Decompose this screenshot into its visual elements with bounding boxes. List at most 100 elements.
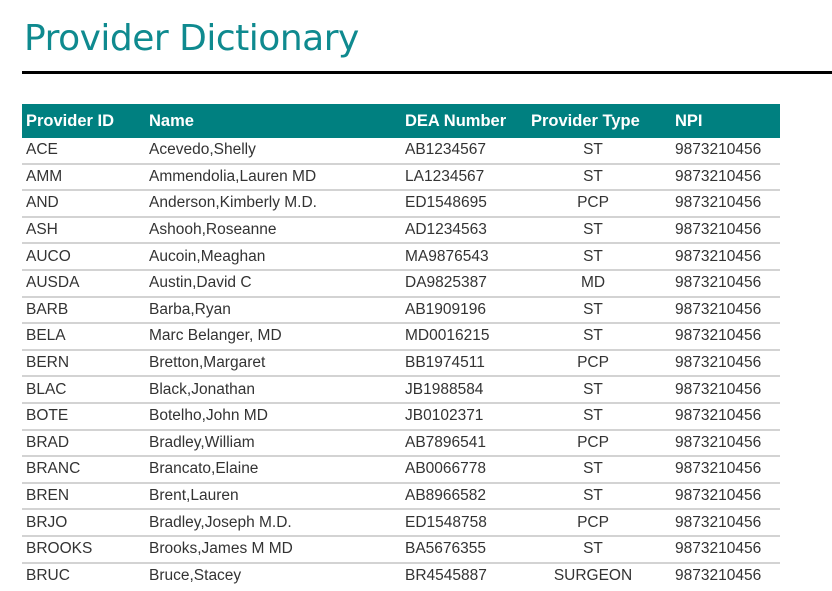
npi-cell: 9873210456: [669, 323, 780, 351]
npi-cell: 9873210456: [669, 535, 780, 564]
dea-number-cell: AB1234567: [401, 138, 527, 165]
provider-id-cell: ACE: [22, 138, 145, 165]
provider-id-cell: BRAD: [22, 429, 145, 458]
provider-type-cell: ST: [527, 323, 669, 351]
dea-number-cell: ED1548758: [401, 509, 527, 537]
name-cell: Botelho,John MD: [145, 402, 401, 431]
table-row[interactable]: BROOKS Brooks,James M MD BA5676355 ST 987321…: [22, 535, 780, 564]
table-row[interactable]: AMM Ammendolia,Lauren MD LA1234567 ST 987321…: [22, 163, 780, 192]
table-row[interactable]: BRUC Bruce,Stacey BR4545887 SURGEON 98732104…: [22, 563, 780, 589]
table-row[interactable]: ASH Ashooh,Roseanne AD1234563 ST 9873210456: [22, 216, 780, 245]
table-row[interactable]: AND Anderson,Kimberly M.D. ED1548695 PCP 987…: [22, 190, 780, 218]
dea-number-cell: ED1548695: [401, 190, 527, 218]
dea-number-cell: BR4545887: [405, 566, 487, 584]
npi-cell: 9873210456: [675, 566, 762, 584]
provider-id-cell: ASH: [22, 216, 145, 245]
name-cell: Aucoin,Meaghan: [145, 243, 401, 271]
npi-cell: 9873210456: [669, 216, 780, 245]
dea-number-cell: BB1974511: [401, 349, 527, 378]
name-cell: Bradley,Joseph M.D.: [145, 509, 401, 537]
provider-table: Provider ID Name DEA Number Provider Typ…: [22, 104, 780, 588]
table-row[interactable]: BRANC Brancato,Elaine AB0066778 ST 987321045…: [22, 456, 780, 484]
table-row[interactable]: BERN Bretton,Margaret BB1974511 PCP 98732104…: [22, 349, 780, 378]
name-cell: Bretton,Margaret: [145, 349, 401, 378]
table-row[interactable]: AUCO Aucoin,Meaghan MA9876543 ST 9873210456: [22, 243, 780, 271]
provider-type-cell: PCP: [527, 429, 669, 458]
npi-cell: 9873210456: [669, 243, 780, 271]
npi-cell: 9873210456: [669, 349, 780, 378]
dea-number-cell: JB1988584: [401, 376, 527, 404]
npi-cell: 9873210456: [669, 482, 780, 511]
npi-cell: 9873210456: [669, 402, 780, 431]
provider-type-cell: ST: [527, 216, 669, 245]
table-body: ACE Acevedo,Shelly AB1234567 ST 9873210456 AM…: [22, 138, 780, 588]
name-cell: Bruce,Stacey: [149, 566, 242, 584]
provider-type-cell: SURGEON: [553, 566, 633, 584]
provider-id-cell: BROOKS: [22, 535, 145, 564]
provider-type-cell: MD: [527, 269, 669, 298]
provider-id-cell: BREN: [22, 482, 145, 511]
provider-id-cell: AND: [22, 190, 145, 218]
provider-type-cell: PCP: [527, 349, 669, 378]
provider-id-cell: AMM: [22, 163, 145, 192]
provider-id-cell: BLAC: [22, 376, 145, 404]
provider-type-cell: ST: [527, 456, 669, 484]
provider-type-cell: ST: [527, 482, 669, 511]
dea-number-cell: BA5676355: [401, 535, 527, 564]
provider-type-cell: ST: [527, 535, 669, 564]
npi-cell: 9873210456: [669, 296, 780, 325]
npi-cell: 9873210456: [669, 190, 780, 218]
dea-number-cell: AB8966582: [401, 482, 527, 511]
provider-id-cell: BRUC: [26, 566, 70, 584]
table-row[interactable]: BRJO Bradley,Joseph M.D. ED1548758 PCP 98732…: [22, 509, 780, 537]
npi-cell: 9873210456: [669, 509, 780, 537]
header-row: Provider ID Name DEA Number Provider Typ…: [22, 104, 780, 138]
npi-cell: 9873210456: [669, 376, 780, 404]
provider-id-cell: BRANC: [22, 456, 145, 484]
column-header-dea-number[interactable]: DEA Number: [401, 104, 527, 138]
provider-id-cell: BOTE: [22, 402, 145, 431]
name-cell: Austin,David C: [145, 269, 401, 298]
column-header-name[interactable]: Name: [145, 104, 401, 138]
dea-number-cell: LA1234567: [401, 163, 527, 192]
provider-id-cell: BERN: [22, 349, 145, 378]
npi-cell: 9873210456: [669, 456, 780, 484]
column-header-npi[interactable]: NPI: [669, 104, 780, 138]
provider-type-cell: ST: [527, 296, 669, 325]
table-header: Provider ID Name DEA Number Provider Typ…: [22, 104, 780, 138]
provider-id-cell: AUSDA: [22, 269, 145, 298]
title-divider: [22, 71, 832, 74]
name-cell: Black,Jonathan: [145, 376, 401, 404]
provider-type-cell: PCP: [527, 509, 669, 537]
name-cell: Ashooh,Roseanne: [145, 216, 401, 245]
name-cell: Acevedo,Shelly: [145, 138, 401, 165]
provider-id-cell: BRJO: [22, 509, 145, 537]
table-row[interactable]: BREN Brent,Lauren AB8966582 ST 9873210456: [22, 482, 780, 511]
provider-id-cell: BELA: [22, 323, 145, 351]
table-row[interactable]: ACE Acevedo,Shelly AB1234567 ST 9873210456: [22, 138, 780, 165]
table-row[interactable]: BARB Barba,Ryan AB1909196 ST 9873210456: [22, 296, 780, 325]
name-cell: Marc Belanger, MD: [145, 323, 401, 351]
column-header-provider-type[interactable]: Provider Type: [527, 104, 669, 138]
dea-number-cell: AB0066778: [401, 456, 527, 484]
table-row[interactable]: BRAD Bradley,William AB7896541 PCP 987321045…: [22, 429, 780, 458]
table-row[interactable]: BOTE Botelho,John MD JB0102371 ST 9873210456: [22, 402, 780, 431]
provider-type-cell: ST: [527, 163, 669, 192]
name-cell: Barba,Ryan: [145, 296, 401, 325]
provider-type-cell: ST: [527, 402, 669, 431]
table-row[interactable]: AUSDA Austin,David C DA9825387 MD 9873210456: [22, 269, 780, 298]
provider-id-cell: AUCO: [22, 243, 145, 271]
name-cell: Ammendolia,Lauren MD: [145, 163, 401, 192]
table-row[interactable]: BELA Marc Belanger, MD MD0016215 ST 98732104…: [22, 323, 780, 351]
table-row[interactable]: BLAC Black,Jonathan JB1988584 ST 9873210456: [22, 376, 780, 404]
name-cell: Bradley,William: [145, 429, 401, 458]
provider-id-cell: BARB: [22, 296, 145, 325]
npi-cell: 9873210456: [669, 163, 780, 192]
name-cell: Anderson,Kimberly M.D.: [145, 190, 401, 218]
dea-number-cell: AB1909196: [401, 296, 527, 325]
provider-type-cell: ST: [527, 243, 669, 271]
column-header-provider-id[interactable]: Provider ID: [22, 104, 145, 138]
dea-number-cell: JB0102371: [401, 402, 527, 431]
provider-type-cell: ST: [527, 138, 669, 165]
dea-number-cell: AB7896541: [401, 429, 527, 458]
